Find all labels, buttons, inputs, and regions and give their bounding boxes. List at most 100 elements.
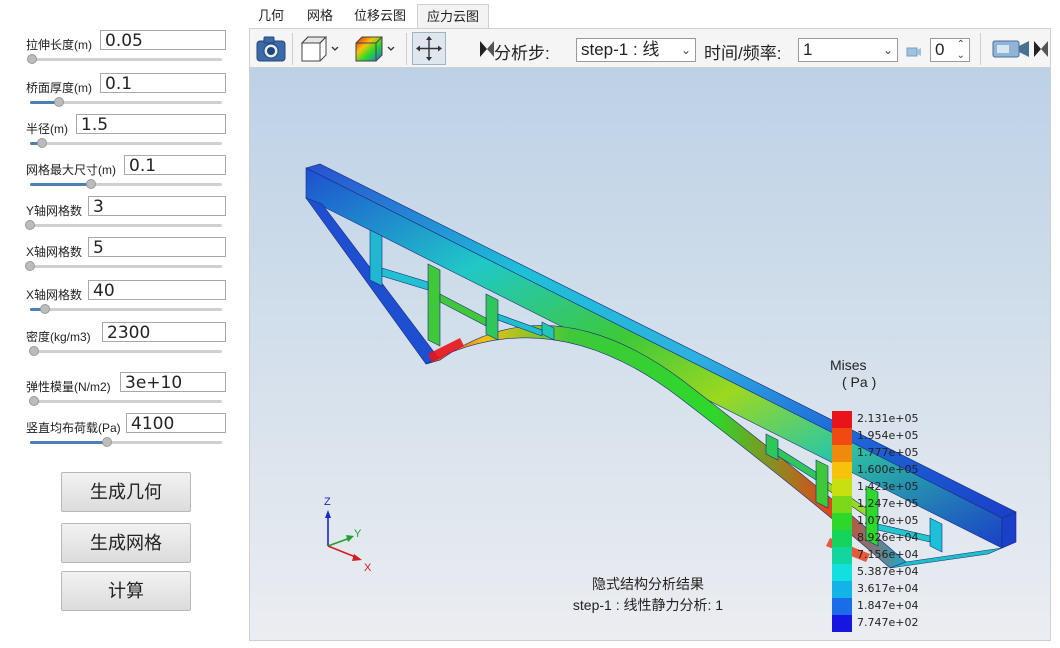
time-frequency-label: 时间/频率: xyxy=(704,44,782,63)
param-label: X轴网格数 xyxy=(26,245,83,259)
pan-move-icon[interactable] xyxy=(412,32,446,65)
legend-value: 8.926e+04 xyxy=(857,531,919,544)
legend-swatch xyxy=(832,445,852,462)
analysis-step-label: 分析步: xyxy=(494,44,550,63)
view-cube-icon[interactable] xyxy=(298,33,342,65)
param-row: 桥面厚度(m) 0.1 xyxy=(26,73,226,115)
analysis-step-icon xyxy=(480,41,494,57)
screenshot-camera-icon[interactable] xyxy=(254,33,288,65)
slider-thumb[interactable] xyxy=(28,396,39,406)
axis-label-y: Y xyxy=(354,528,362,540)
viewer-toolbar: 分析步: step-1 : 线 ⌄ 时间/频率: 1 ⌄ 0 ⌃ ⌄ xyxy=(249,28,1051,68)
legend-value: 1.954e+05 xyxy=(857,429,919,442)
slider-thumb[interactable] xyxy=(101,437,112,447)
slider-thumb[interactable] xyxy=(26,54,37,64)
time-frequency-select[interactable]: 1 ⌄ xyxy=(798,38,898,62)
slider-thumb[interactable] xyxy=(53,97,64,107)
analysis-step-select[interactable]: step-1 : 线 ⌄ xyxy=(576,38,696,62)
legend-value: 1.847e+04 xyxy=(857,599,919,612)
legend-value: 2.131e+05 xyxy=(857,412,919,425)
param-label: 竖直均布荷载(Pa) xyxy=(26,421,121,435)
legend-swatch xyxy=(832,496,852,513)
param-slider[interactable] xyxy=(30,304,222,314)
param-input[interactable]: 40 xyxy=(88,280,226,300)
compute-button[interactable]: 计算 xyxy=(61,571,191,611)
param-slider[interactable] xyxy=(25,261,222,271)
param-label: X轴网格数 xyxy=(26,288,83,302)
slider-thumb[interactable] xyxy=(40,304,51,314)
tab-stress-contour[interactable]: 应力云图 xyxy=(417,4,489,29)
param-input[interactable]: 0.1 xyxy=(100,73,226,93)
param-label: 拉伸长度(m) xyxy=(26,38,92,52)
contour-display-icon[interactable] xyxy=(352,33,398,65)
tab-mesh[interactable]: 网格 xyxy=(297,4,343,28)
param-slider[interactable] xyxy=(30,97,222,107)
param-label: Y轴网格数 xyxy=(26,204,83,218)
generate-mesh-button[interactable]: 生成网格 xyxy=(61,523,191,563)
legend-title: Mises xyxy=(830,357,867,373)
legend-swatch xyxy=(832,411,852,428)
legend-swatch xyxy=(832,598,852,615)
slider-thumb[interactable] xyxy=(86,179,97,189)
time-frequency-value: 1 xyxy=(803,40,813,59)
slider-thumb[interactable] xyxy=(28,346,39,356)
param-input[interactable]: 3e+10 xyxy=(120,372,226,392)
slider-thumb[interactable] xyxy=(25,220,35,230)
param-slider[interactable] xyxy=(28,396,222,406)
spin-arrows-icon[interactable]: ⌃ ⌄ xyxy=(957,39,965,61)
result-caption-title: 隐式结构分析结果 xyxy=(592,576,704,592)
param-row: Y轴网格数 3 xyxy=(25,196,226,238)
legend-swatch xyxy=(832,462,852,479)
legend-value: 3.617e+04 xyxy=(857,582,919,595)
param-label: 密度(kg/m3) xyxy=(26,330,91,344)
param-row: 拉伸长度(m) 0.05 xyxy=(26,30,226,72)
more-options-icon[interactable] xyxy=(1034,41,1048,57)
frame-spinbox[interactable]: 0 ⌃ ⌄ xyxy=(930,38,970,62)
generate-geometry-button[interactable]: 生成几何 xyxy=(61,472,191,512)
param-input[interactable]: 0.1 xyxy=(124,155,226,175)
legend-swatch xyxy=(832,564,852,581)
chevron-down-icon: ⌄ xyxy=(680,43,691,57)
param-slider[interactable] xyxy=(30,138,222,148)
tab-displacement-contour[interactable]: 位移云图 xyxy=(349,4,411,28)
legend-unit: ( Pa ) xyxy=(842,374,877,390)
record-video-camera-icon[interactable] xyxy=(992,38,1030,60)
legend-value: 1.247e+05 xyxy=(857,497,919,510)
param-row: 网格最大尺寸(m) 0.1 xyxy=(26,155,226,197)
param-row: 弹性模量(N/m2) 3e+10 xyxy=(26,372,226,414)
param-row: 密度(kg/m3) 2300 xyxy=(26,322,226,364)
param-slider[interactable] xyxy=(30,179,222,189)
param-slider[interactable] xyxy=(30,437,222,447)
param-row: 半径(m) 1.5 xyxy=(26,114,226,156)
legend-swatch xyxy=(832,479,852,496)
legend-value: 7.747e+02 xyxy=(857,616,919,629)
result-caption-step: step-1 : 线性静力分析: 1 xyxy=(572,597,724,613)
legend-swatch xyxy=(832,615,852,632)
frame-slider-icon[interactable] xyxy=(906,44,922,57)
param-slider[interactable] xyxy=(25,220,222,230)
axis-label-z: Z xyxy=(324,496,331,508)
legend-value: 1.777e+05 xyxy=(857,446,919,459)
param-row: 竖直均布荷载(Pa) 4100 xyxy=(26,413,226,455)
param-slider[interactable] xyxy=(28,346,222,356)
legend-value: 5.387e+04 xyxy=(857,565,919,578)
param-input[interactable]: 3 xyxy=(88,196,226,216)
param-input[interactable]: 1.5 xyxy=(76,114,226,134)
param-label: 弹性模量(N/m2) xyxy=(26,380,111,394)
legend-value: 1.070e+05 xyxy=(857,514,919,527)
param-input[interactable]: 2300 xyxy=(102,322,226,342)
param-row: X轴网格数 40 xyxy=(26,280,226,322)
param-input[interactable]: 4100 xyxy=(126,413,226,433)
legend-swatch xyxy=(832,530,852,547)
slider-thumb[interactable] xyxy=(25,261,35,271)
param-input[interactable]: 0.05 xyxy=(100,30,226,50)
slider-thumb[interactable] xyxy=(36,138,47,148)
slider-fill xyxy=(30,441,107,444)
param-input[interactable]: 5 xyxy=(88,237,226,257)
legend-swatch xyxy=(832,513,852,530)
param-slider[interactable] xyxy=(26,54,222,64)
3d-viewport[interactable]: Z Y X Mises ( Pa ) 2.131e+05 1.954e+05 1.7… xyxy=(249,68,1051,641)
slider-fill xyxy=(30,183,92,186)
tab-geometry[interactable]: 几何 xyxy=(251,4,291,28)
legend-value: 1.600e+05 xyxy=(857,463,919,476)
